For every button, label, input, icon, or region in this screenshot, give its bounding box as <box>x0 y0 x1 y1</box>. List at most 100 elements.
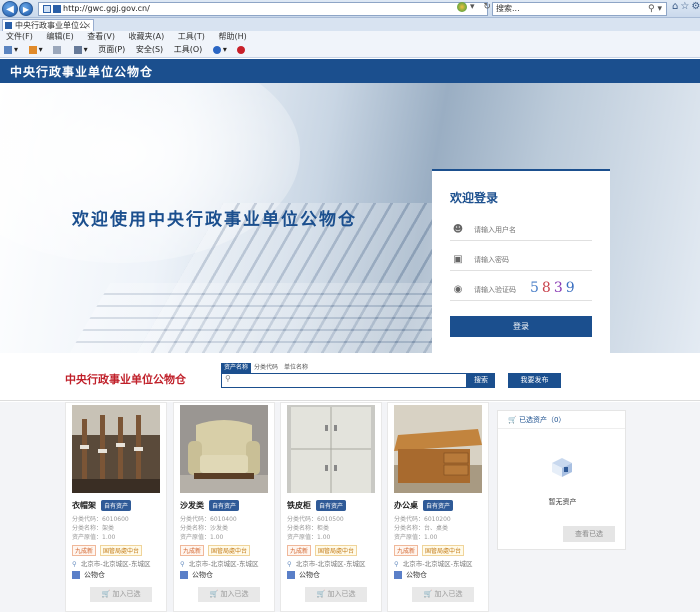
site-header: 中央行政事业单位公物仓 <box>0 59 700 83</box>
product-card[interactable]: 办公桌 自有资产 分类代码：6010200 分类名称：台、桌类 资产原值：1.0… <box>387 402 489 612</box>
eye-icon: ◉ <box>453 284 463 295</box>
print-icon[interactable]: ▾ <box>73 45 88 54</box>
address-dropdown-icon[interactable]: ▾ ↻ <box>470 2 494 12</box>
username-input[interactable] <box>474 224 548 236</box>
asset-tag-badge: 自有资产 <box>101 500 132 511</box>
cabinet-image <box>287 405 375 493</box>
tab-unit-name[interactable]: 单位名称 <box>281 363 311 373</box>
safety-menu[interactable]: 安全(S) <box>136 45 163 54</box>
location: ⚲ 北京市-北京城区-东城区 <box>394 560 473 568</box>
empty-box-icon <box>552 458 572 477</box>
password-input[interactable] <box>474 254 548 266</box>
menu-favorites[interactable]: 收藏夹(A) <box>129 32 165 41</box>
warehouse-icon <box>180 571 188 579</box>
tab-close-icon[interactable]: × <box>84 20 91 31</box>
cart-icon: 🛒 <box>508 416 519 424</box>
product-name[interactable]: 衣帽架 <box>72 500 96 511</box>
product-card[interactable]: 衣帽架 自有资产 分类代码：6010600 分类名称：架类 资产原值：1.00 … <box>65 402 167 612</box>
user-icon: ☻ <box>452 224 464 235</box>
browser-search-input[interactable]: 搜索... ⚲ ▾ <box>492 2 667 16</box>
warehouse-icon <box>394 571 402 579</box>
home-star-gear-icons[interactable]: ⌂☆⚙ <box>672 1 700 12</box>
add-to-selected-button[interactable]: 🛒 加入已选 <box>198 587 260 602</box>
category-code: 分类代码：6010600 <box>72 516 129 523</box>
page-menu[interactable]: 页面(P) <box>98 45 125 54</box>
source-badge: 国管局處中台 <box>100 545 143 556</box>
menu-file[interactable]: 文件(F) <box>6 32 33 41</box>
warehouse-icon <box>287 571 295 579</box>
forward-button-icon[interactable]: ▶ <box>19 2 33 16</box>
command-bar: ▾ ▾ ▾ 页面(P) 安全(S) 工具(O) ▾ <box>0 43 700 58</box>
location-pin-icon: ⚲ <box>180 560 185 568</box>
category-code: 分类代码：6010400 <box>180 516 237 523</box>
product-list: 衣帽架 自有资产 分类代码：6010600 分类名称：架类 资产原值：1.00 … <box>0 402 700 612</box>
home-icon[interactable]: ▾ <box>4 45 18 54</box>
site-logo[interactable]: 中央行政事业单位公物仓 <box>65 371 186 387</box>
asset-value: 资产原值：1.00 <box>287 534 331 541</box>
search-icon: ⚲ <box>225 374 231 383</box>
category-name: 分类名称：沙发类 <box>180 525 229 532</box>
product-card[interactable]: 沙发类 自有资产 分类代码：6010400 分类名称：沙发类 资产原值：1.00… <box>173 402 275 612</box>
back-button-icon[interactable]: ◀ <box>2 1 18 17</box>
login-title: 欢迎登录 <box>450 191 499 205</box>
login-button[interactable]: 登录 <box>450 316 592 337</box>
captcha-image[interactable]: 5839 <box>530 280 592 298</box>
feeds-icon[interactable]: ▾ <box>28 45 43 54</box>
menu-bar: 文件(F) 编辑(E) 查看(V) 收藏夹(A) 工具(T) 帮助(H) <box>0 31 700 43</box>
lock-icon: ▣ <box>453 254 463 265</box>
tools-menu[interactable]: 工具(O) <box>174 45 203 54</box>
password-field[interactable]: ▣ <box>450 251 592 271</box>
browser-chrome: ◀ ▶ http://gwc.ggj.gov.cn/ ▾ ↻ 搜索... ⚲ ▾… <box>0 0 700 18</box>
category-code: 分类代码：6010500 <box>287 516 344 523</box>
captcha-field[interactable]: ◉ 5839 <box>450 280 592 301</box>
product-name[interactable]: 沙发类 <box>180 500 204 511</box>
site-favicon-icon <box>53 5 61 13</box>
warehouse: 公物仓 <box>180 570 213 580</box>
product-name[interactable]: 铁皮柜 <box>287 500 311 511</box>
asset-tag-badge: 自有资产 <box>423 500 454 511</box>
warehouse: 公物仓 <box>287 570 320 580</box>
add-to-selected-button[interactable]: 🛒 加入已选 <box>90 587 152 602</box>
address-bar[interactable]: http://gwc.ggj.gov.cn/ <box>38 2 488 16</box>
condition-badge: 九成新 <box>180 545 205 556</box>
location-pin-icon: ⚲ <box>394 560 399 568</box>
category-code: 分类代码：6010200 <box>394 516 451 523</box>
hero-banner: 欢迎使用中央行政事业单位公物仓 欢迎登录 ☻ ▣ ◉ 5839 登录 <box>0 83 700 353</box>
username-field[interactable]: ☻ <box>450 221 592 241</box>
search-tabs: 资产名称 分类代码 单位名称 <box>221 363 311 373</box>
mail-icon[interactable] <box>53 45 63 54</box>
warehouse: 公物仓 <box>394 570 427 580</box>
add-to-selected-button[interactable]: 🛒 加入已选 <box>412 587 474 602</box>
menu-view[interactable]: 查看(V) <box>87 32 115 41</box>
site-title: 中央行政事业单位公物仓 <box>10 65 154 79</box>
location-pin-icon: ⚲ <box>72 560 77 568</box>
browser-tab[interactable]: 中央行政事业单位公物仓 × <box>2 19 94 41</box>
publish-button[interactable]: 我要发布 <box>508 373 561 388</box>
help-icon[interactable]: ▾ <box>212 45 227 54</box>
tab-category-code[interactable]: 分类代码 <box>251 363 281 373</box>
login-panel: 欢迎登录 ☻ ▣ ◉ 5839 登录 <box>432 169 610 353</box>
menu-help[interactable]: 帮助(H) <box>218 32 246 41</box>
menu-tools[interactable]: 工具(T) <box>178 32 205 41</box>
add-to-selected-button[interactable]: 🛒 加入已选 <box>305 587 367 602</box>
research-icon[interactable] <box>237 45 247 54</box>
search-input[interactable]: ⚲ <box>221 373 467 388</box>
product-name[interactable]: 办公桌 <box>394 500 418 511</box>
condition-badge: 九成新 <box>287 545 312 556</box>
location: ⚲ 北京市-北京城区-东城区 <box>287 560 366 568</box>
search-icon[interactable]: ⚲ ▾ <box>648 3 662 15</box>
sofa-image <box>180 405 268 493</box>
tab-asset-name[interactable]: 资产名称 <box>221 363 252 373</box>
coat-rack-image <box>72 405 160 493</box>
search-button[interactable]: 搜索 <box>467 373 495 388</box>
compat-icon <box>43 5 51 13</box>
category-name: 分类名称：柜类 <box>287 525 330 532</box>
ie-icon <box>457 2 467 12</box>
view-selected-button[interactable]: 查看已选 <box>563 526 615 542</box>
menu-edit[interactable]: 编辑(E) <box>46 32 73 41</box>
product-card[interactable]: 铁皮柜 自有资产 分类代码：6010500 分类名称：柜类 资产原值：1.00 … <box>280 402 382 612</box>
warehouse-icon <box>72 571 80 579</box>
selected-assets-header: 🛒 已选资产（0） <box>498 411 625 429</box>
condition-badge: 九成新 <box>394 545 419 556</box>
hero-slogan: 欢迎使用中央行政事业单位公物仓 <box>72 210 357 230</box>
